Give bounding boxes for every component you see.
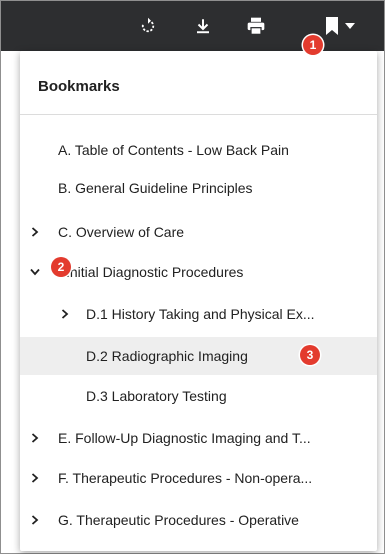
bookmark-item-d[interactable]: Initial Diagnostic Procedures — [20, 253, 377, 291]
bookmark-icon — [325, 17, 338, 35]
chevron-right-icon[interactable] — [29, 432, 41, 444]
print-button[interactable] — [241, 11, 271, 41]
bookmark-label: A. Table of Contents - Low Back Pain — [58, 142, 289, 158]
bookmark-label: D.3 Laboratory Testing — [86, 388, 227, 404]
chevron-right-icon[interactable] — [29, 226, 41, 238]
download-icon — [197, 19, 209, 34]
bookmark-label: D.2 Radiographic Imaging — [86, 348, 248, 364]
bookmark-label: C. Overview of Care — [58, 224, 185, 240]
rotate-button[interactable] — [133, 11, 163, 41]
bookmark-label: Initial Diagnostic Procedures — [66, 264, 244, 280]
bookmarks-button[interactable] — [317, 11, 361, 41]
chevron-right-icon[interactable] — [29, 472, 41, 484]
pdf-toolbar — [1, 1, 384, 51]
callout-badge-1: 1 — [303, 35, 323, 55]
bookmark-item-e[interactable]: E. Follow-Up Diagnostic Imaging and T... — [20, 419, 377, 457]
bookmark-item-d3[interactable]: D.3 Laboratory Testing — [20, 377, 377, 415]
bookmark-label: G. Therapeutic Procedures - Operative — [58, 512, 299, 528]
bookmark-item-g[interactable]: G. Therapeutic Procedures - Operative — [20, 501, 377, 539]
chevron-right-icon[interactable] — [59, 308, 71, 320]
bookmark-label: F. Therapeutic Procedures - Non-opera... — [58, 470, 313, 486]
callout-badge-2: 2 — [51, 257, 71, 277]
print-icon — [247, 17, 265, 35]
bookmark-item-b[interactable]: B. General Guideline Principles — [20, 169, 377, 207]
download-button[interactable] — [188, 11, 218, 41]
bookmark-item-a[interactable]: A. Table of Contents - Low Back Pain — [20, 131, 377, 169]
bookmark-item-f[interactable]: F. Therapeutic Procedures - Non-opera... — [20, 459, 377, 497]
bookmark-label: B. General Guideline Principles — [58, 180, 253, 196]
panel-title: Bookmarks — [38, 78, 120, 95]
callout-badge-3: 3 — [300, 345, 320, 365]
panel-divider — [20, 114, 377, 115]
bookmark-item-d2[interactable]: D.2 Radiographic Imaging — [20, 337, 377, 375]
bookmark-item-d1[interactable]: D.1 History Taking and Physical Ex... — [20, 295, 377, 333]
rotate-icon — [141, 17, 155, 33]
chevron-right-icon[interactable] — [29, 514, 41, 526]
dropdown-caret-icon — [344, 23, 355, 29]
chevron-down-icon[interactable] — [29, 266, 41, 278]
bookmark-label: D.1 History Taking and Physical Ex... — [86, 306, 315, 322]
bookmark-item-c[interactable]: C. Overview of Care — [20, 213, 377, 251]
bookmark-label: E. Follow-Up Diagnostic Imaging and T... — [58, 430, 311, 446]
